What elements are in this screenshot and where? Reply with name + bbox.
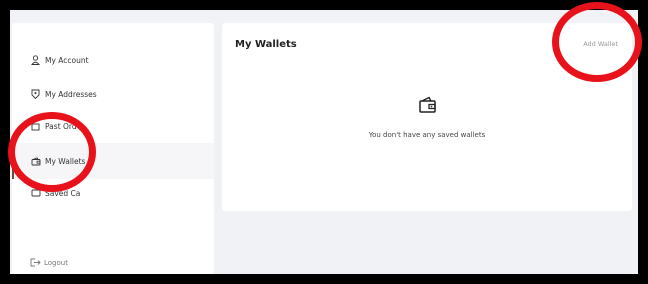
wallet-icon [418,96,438,114]
add-wallet-button[interactable]: Add Wallet [583,40,618,48]
location-pin-icon [30,89,41,100]
empty-state-message: You don't have any saved wallets [368,131,486,139]
sidebar-item-label: My Wallets [45,156,86,166]
logout-icon [30,258,41,267]
sidebar-item-label: My Account [45,55,89,65]
user-icon [30,55,41,66]
sidebar-item-label: My Addresses [45,89,97,99]
box-icon [30,121,41,132]
sidebar-item-my-wallets[interactable]: My Wallets [12,143,214,179]
account-sidebar: My Account My Addresses Past Ord My Wall… [12,23,214,274]
logout-label: Logout [44,258,68,267]
app-frame: My Account My Addresses Past Ord My Wall… [10,10,638,274]
wallet-icon [30,156,41,167]
sidebar-item-label: Saved Ca [45,188,81,198]
logout-button[interactable]: Logout [30,258,68,267]
sidebar-item-my-account[interactable]: My Account [12,48,214,72]
sidebar-item-saved-cards[interactable]: Saved Ca [12,181,214,205]
card-icon [30,188,41,199]
sidebar-item-my-addresses[interactable]: My Addresses [12,82,214,106]
sidebar-item-label: Past Ord [45,121,77,131]
page-title: My Wallets [235,39,297,50]
wallets-panel: My Wallets Add Wallet You don't have any… [222,23,632,211]
sidebar-item-past-orders[interactable]: Past Ord [12,114,214,138]
